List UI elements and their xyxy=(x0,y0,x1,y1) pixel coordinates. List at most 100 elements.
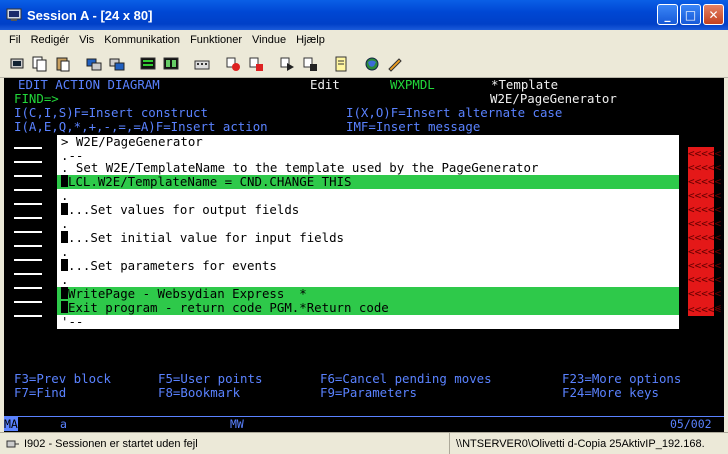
status-message: I902 - Sessionen er startet uden fejl xyxy=(24,437,198,450)
diagram-line[interactable]: '-- xyxy=(61,315,83,329)
macro-play-icon[interactable] xyxy=(276,53,298,75)
menu-fil[interactable]: Fil xyxy=(4,34,26,46)
menu-funktioner[interactable]: Funktioner xyxy=(185,34,247,46)
line-selector[interactable] xyxy=(14,175,42,177)
close-button[interactable]: ✕ xyxy=(703,4,724,25)
function-name: W2E/PageGenerator xyxy=(490,91,617,106)
help-insert-construct: I(C,I,S)F=Insert construct xyxy=(14,105,208,120)
line-selector[interactable] xyxy=(14,287,42,289)
macro-stop-icon[interactable] xyxy=(245,53,267,75)
send-file-icon[interactable] xyxy=(83,53,105,75)
terminal-screen[interactable]: EDIT ACTION DIAGRAM Edit WXPMDL *Templat… xyxy=(4,78,724,432)
screen-model: WXPMDL xyxy=(390,78,435,92)
input-fields-text: ...Set initial value for input fields xyxy=(68,230,345,245)
toolbar xyxy=(0,50,728,78)
fkey-f8[interactable]: F8=Bookmark xyxy=(158,386,240,400)
assignment-text: LCL.W2E/TemplateName = CND.CHANGE THIS xyxy=(68,174,352,189)
writepage-text: WritePage - Websydian Express * xyxy=(68,286,307,301)
paste-icon[interactable] xyxy=(52,53,74,75)
connection-icon xyxy=(6,440,19,447)
line-selector[interactable] xyxy=(14,301,42,303)
window-title: Session A - [24 x 80] xyxy=(27,7,153,23)
menu-hjaelp[interactable]: Hjælp xyxy=(291,34,330,46)
diagram-line-exit[interactable]: Exit program - return code PGM.*Return c… xyxy=(61,301,389,315)
output-fields-text: ...Set values for output fields xyxy=(68,202,300,217)
more-marker: <<<<< xyxy=(688,217,722,230)
keypad-icon[interactable] xyxy=(191,53,213,75)
diagram-line[interactable]: > W2E/PageGenerator xyxy=(61,135,203,149)
line-selector[interactable] xyxy=(14,217,42,219)
line-selector[interactable] xyxy=(14,315,42,317)
cursor-position: 05/002 xyxy=(670,417,712,431)
more-marker: <<<<< xyxy=(688,175,722,188)
cursor-block xyxy=(61,259,68,271)
help-insert-message: IMF=Insert message xyxy=(346,119,481,134)
diagram-line[interactable]: . xyxy=(61,273,68,287)
diagram-line[interactable]: . xyxy=(61,217,68,231)
diagram-line-writepage[interactable]: WritePage - Websydian Express * xyxy=(61,287,307,301)
fkey-f5[interactable]: F5=User points xyxy=(158,372,262,386)
menu-rediger[interactable]: Redigér xyxy=(26,34,75,46)
fkey-f6[interactable]: F6=Cancel pending moves xyxy=(320,372,492,386)
line-selector[interactable] xyxy=(14,203,42,205)
diagram-line-events[interactable]: ...Set parameters for events xyxy=(61,259,277,273)
cursor-block xyxy=(61,175,68,187)
line-selector[interactable] xyxy=(14,259,42,261)
notes-icon[interactable] xyxy=(330,53,352,75)
more-marker: <<<<< xyxy=(688,245,722,258)
exit-text: Exit program - return code PGM.*Return c… xyxy=(68,300,389,315)
fkey-f9[interactable]: F9=Parameters xyxy=(320,386,417,400)
oia-mw: MW xyxy=(230,417,244,431)
display-settings-icon[interactable] xyxy=(137,53,159,75)
macro-record-icon[interactable] xyxy=(222,53,244,75)
oia-a: a xyxy=(60,417,67,431)
menu-bar: Fil Redigér Vis Kommunikation Funktioner… xyxy=(0,30,728,50)
diagram-line-output-fields[interactable]: ...Set values for output fields xyxy=(61,203,299,217)
line-selector[interactable] xyxy=(14,189,42,191)
line-selector[interactable] xyxy=(14,147,42,149)
fkey-f7[interactable]: F7=Find xyxy=(14,386,66,400)
maximize-button[interactable]: □ xyxy=(680,4,701,25)
cursor-block xyxy=(61,301,68,313)
find-label: FIND=> xyxy=(14,91,59,106)
globe-icon[interactable] xyxy=(361,53,383,75)
screen-header-title: EDIT ACTION DIAGRAM xyxy=(18,78,160,92)
cursor-block xyxy=(61,231,68,243)
line-selector[interactable] xyxy=(14,245,42,247)
more-marker: <<<<< xyxy=(688,161,722,174)
line-selector[interactable] xyxy=(14,161,42,163)
cursor-block xyxy=(61,203,68,215)
macro-edit-icon[interactable] xyxy=(299,53,321,75)
print-screen-icon[interactable] xyxy=(6,53,28,75)
oia-ma-text: MA xyxy=(4,417,18,431)
menu-kommunikation[interactable]: Kommunikation xyxy=(99,34,185,46)
screen-mode: Edit xyxy=(310,78,340,92)
more-marker: <<<<< xyxy=(688,287,722,300)
diagram-line[interactable]: . xyxy=(61,245,68,259)
copy-icon[interactable] xyxy=(29,53,51,75)
more-marker: <<<<< xyxy=(688,147,722,160)
title-bar[interactable]: Session A - [24 x 80] _ □ ✕ xyxy=(0,0,728,30)
fkey-f23[interactable]: F23=More options xyxy=(562,372,681,386)
app-icon xyxy=(6,8,22,21)
diagram-line[interactable]: . Set W2E/TemplateName to the template u… xyxy=(61,161,538,175)
more-marker: <<<<< xyxy=(688,273,722,286)
menu-vis[interactable]: Vis xyxy=(74,34,99,46)
diagram-line-input-fields[interactable]: ...Set initial value for input fields xyxy=(61,231,344,245)
line-selector[interactable] xyxy=(14,273,42,275)
diagram-line[interactable]: . xyxy=(61,189,68,203)
minimize-button[interactable]: _ xyxy=(657,4,678,25)
help-insert-action: I(A,E,Q,*,+,-,=,=A)F=Insert action xyxy=(14,119,268,134)
help-icon[interactable] xyxy=(384,53,406,75)
diagram-line-assignment[interactable]: LCL.W2E/TemplateName = CND.CHANGE THIS xyxy=(61,175,351,189)
more-marker: <<<<< xyxy=(688,203,722,216)
line-selector[interactable] xyxy=(14,231,42,233)
more-marker: <<<<< xyxy=(688,231,722,244)
operator-info-area: MA a MW 05/002 xyxy=(4,416,724,431)
screen-template: *Template xyxy=(491,78,559,92)
fkey-f3[interactable]: F3=Prev block xyxy=(14,372,111,386)
keyboard-map-icon[interactable] xyxy=(160,53,182,75)
menu-vindue[interactable]: Vindue xyxy=(247,34,291,46)
fkey-f24[interactable]: F24=More keys xyxy=(562,386,659,400)
receive-file-icon[interactable] xyxy=(106,53,128,75)
